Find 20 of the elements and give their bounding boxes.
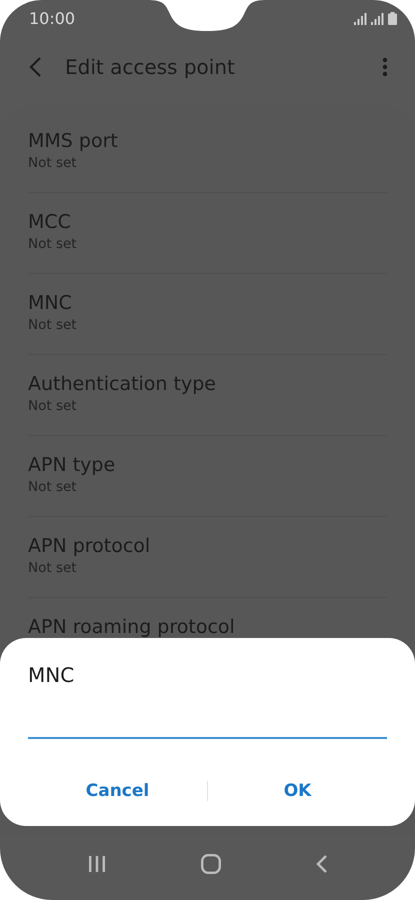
back-icon[interactable] xyxy=(28,56,42,78)
back-icon[interactable] xyxy=(316,855,328,873)
dialog-title: MNC xyxy=(28,663,76,687)
battery-icon xyxy=(388,12,397,24)
cancel-button[interactable]: Cancel xyxy=(28,775,207,807)
setting-title[interactable]: Authentication type xyxy=(28,371,387,397)
setting-title[interactable]: APN roaming protocol xyxy=(28,614,387,640)
signal-icon xyxy=(371,12,384,24)
signal-icon xyxy=(354,12,367,24)
status-time: 10:00 xyxy=(29,8,76,28)
setting-title[interactable]: APN type xyxy=(28,452,387,478)
setting-title[interactable]: APN protocol xyxy=(28,533,387,559)
recent-apps-icon[interactable] xyxy=(88,856,106,872)
setting-title[interactable]: MNC xyxy=(28,290,387,316)
screen-title: Edit access point xyxy=(65,55,236,79)
setting-title[interactable]: MCC xyxy=(28,209,387,235)
home-icon[interactable] xyxy=(200,854,220,874)
ok-button[interactable]: OK xyxy=(208,775,387,807)
setting-title[interactable]: MMS port xyxy=(28,128,387,154)
more-options-icon[interactable] xyxy=(382,57,388,77)
